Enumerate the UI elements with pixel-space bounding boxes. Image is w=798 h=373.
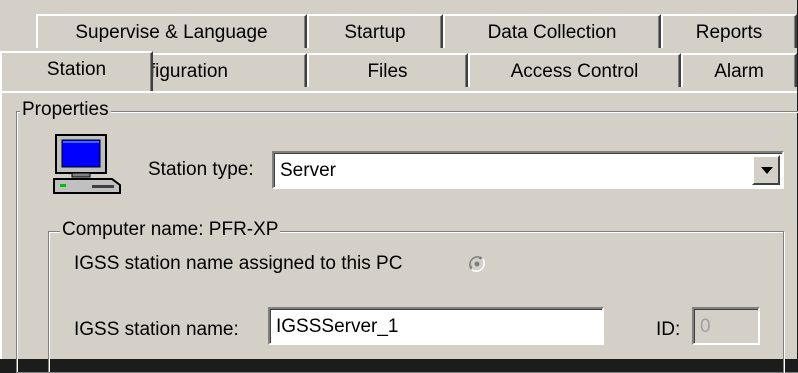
chevron-down-icon: [761, 167, 773, 174]
id-value: 0: [700, 316, 711, 337]
tab-startup[interactable]: Startup: [307, 14, 443, 48]
station-properties-dialog: Supervise & Language Startup Data Collec…: [0, 0, 798, 373]
computer-icon: [52, 133, 122, 195]
tab-supervise-language[interactable]: Supervise & Language: [36, 14, 307, 48]
station-type-value: Server: [280, 160, 336, 181]
computer-name-title: Computer name: PFR-XP: [60, 219, 281, 241]
id-input[interactable]: 0: [692, 307, 760, 345]
station-type-select[interactable]: Server: [272, 151, 784, 189]
station-name-label: IGSS station name:: [74, 319, 239, 340]
tab-station[interactable]: Station: [0, 51, 153, 91]
station-tab-panel: Properties Station type: Server Computer…: [0, 91, 798, 373]
station-type-label: Station type:: [148, 159, 254, 180]
assigned-radio[interactable]: [468, 255, 486, 273]
tab-row-back: Supervise & Language Startup Data Collec…: [0, 14, 797, 50]
tab-reports[interactable]: Reports: [661, 14, 797, 48]
tab-data-collection[interactable]: Data Collection: [443, 14, 661, 48]
station-name-value: IGSSServer_1: [276, 316, 399, 337]
station-name-input[interactable]: IGSSServer_1: [268, 307, 604, 345]
tab-access-control[interactable]: Access Control: [468, 53, 681, 87]
tab-alarm[interactable]: Alarm: [681, 53, 797, 87]
tab-row-front: Configuration Files Access Control Alarm…: [0, 51, 797, 91]
properties-group-title: Properties: [20, 99, 111, 121]
dropdown-button[interactable]: [752, 155, 780, 185]
id-label: ID:: [656, 319, 681, 340]
assigned-label: IGSS station name assigned to this PC: [74, 253, 403, 274]
tab-files[interactable]: Files: [307, 53, 468, 87]
